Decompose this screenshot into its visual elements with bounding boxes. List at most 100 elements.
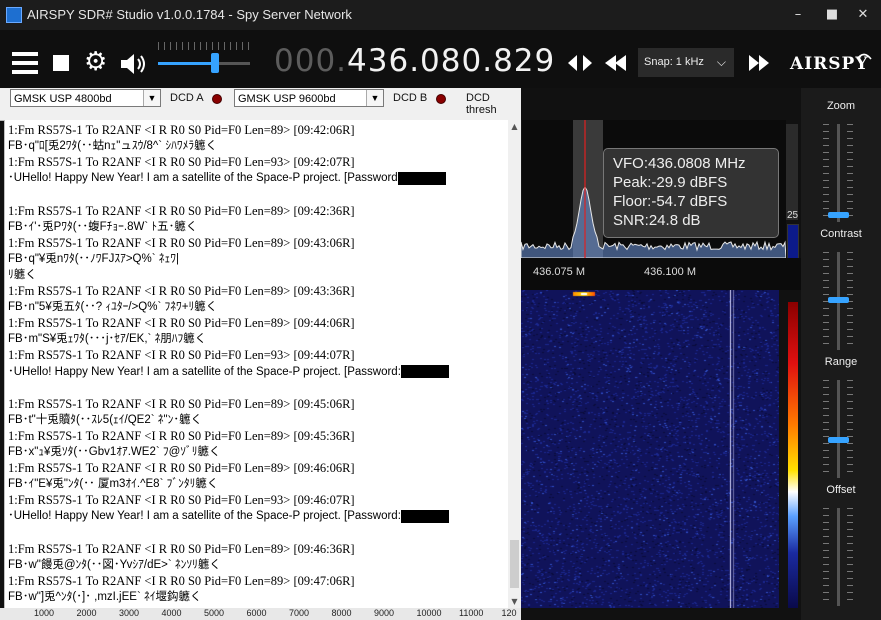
chevron-down-icon: ⌵ xyxy=(716,55,726,69)
log-header-line: 1:Fm RS57S-1 To R2ANF <I R R0 S0 Pid=F0 … xyxy=(8,154,355,170)
hz-tick-label: 3000 xyxy=(119,608,140,618)
toolbar: ⚙ 000.436.080.829 Snap: 1 kHz ⌵ AIRSPY xyxy=(0,30,881,88)
volume-thumb[interactable] xyxy=(211,53,220,73)
frequency-value: 436.080.829 xyxy=(347,43,556,79)
hz-tick-label: 10000 xyxy=(416,608,442,618)
log-header-line: 1:Fm RS57S-1 To R2ANF <I R R0 S0 Pid=F0 … xyxy=(8,460,355,476)
scroll-thumb[interactable] xyxy=(510,540,519,588)
hz-tick-label: 120 xyxy=(501,608,517,618)
log-body-line: FB･ｲ"E¥兎"ﾝﾀ(･･ 厦m3ｵｲ.^E8` ﾌﾞﾝﾀﾘ軈く xyxy=(8,476,218,492)
log-text: ﾘ軈く xyxy=(8,268,37,281)
snap-select[interactable]: Snap: 1 kHz ⌵ xyxy=(638,48,734,77)
chevron-down-icon: ▼ xyxy=(366,90,383,106)
log-header-line: 1:Fm RS57S-1 To R2ANF <I R R0 S0 Pid=F0 … xyxy=(8,315,355,331)
stop-button[interactable] xyxy=(53,55,69,71)
hz-tick-label: 6000 xyxy=(246,608,267,618)
range-slider[interactable] xyxy=(828,380,849,478)
log-header-line: 1:Fm RS57S-1 To R2ANF <I R R0 S0 Pid=F0 … xyxy=(8,396,355,412)
log-text: 1:Fm RS57S-1 To R2ANF <I R R0 S0 Pid=F0 … xyxy=(8,573,355,588)
redacted-password-block xyxy=(397,171,446,185)
log-text: 1:Fm RS57S-1 To R2ANF <I R R0 S0 Pid=F0 … xyxy=(8,284,355,298)
log-text: FB･x"ｭ¥兎ｿﾀ(･･Gbv1ｵｱ.WE2` ﾌ@ｿﾞﾘ軈く xyxy=(8,446,221,458)
range-thumb[interactable] xyxy=(828,437,849,443)
zoom-thumb[interactable] xyxy=(828,212,849,218)
maximize-button[interactable]: ■ xyxy=(820,4,844,26)
decoder-a-select[interactable]: GMSK USP 4800bd ▼ xyxy=(10,89,161,107)
hz-tick-label: 8000 xyxy=(331,608,352,618)
contrast-label: Contrast xyxy=(820,228,862,240)
log-text: FB･m"S¥兎ｪﾜﾀ(･･･j･ｾｱ/EK,` ﾈ朋ﾊﾌ軈く xyxy=(8,333,207,346)
log-header-line: 1:Fm RS57S-1 To R2ANF <I R R0 S0 Pid=F0 … xyxy=(8,573,355,589)
log-text: FB･ｲ'･兎Pﾜﾀ(･･蝮Fﾁｮｰ.8W` ﾄ五･軈く xyxy=(8,220,198,233)
log-body-line: FB･w"]兎^ﾝﾀ(･]･ ,mzI.jEE` ﾈｲ堰鈎軈く xyxy=(8,589,201,605)
waterfall-colorbar xyxy=(788,302,798,608)
log-text: 1:Fm RS57S-1 To R2ANF <I R R0 S0 Pid=F0 … xyxy=(8,541,355,556)
fast-forward-icon[interactable] xyxy=(744,50,774,76)
vfo-info-tooltip: VFO:436.0808 MHz Peak:-29.9 dBFS Floor:-… xyxy=(603,148,779,238)
freq-label: 436.075 M xyxy=(533,266,585,278)
zoom-slider[interactable] xyxy=(828,124,849,222)
contrast-thumb[interactable] xyxy=(828,297,849,303)
rewind-icon[interactable] xyxy=(601,50,631,76)
waterfall-display[interactable] xyxy=(521,290,779,608)
range-label: Range xyxy=(824,356,858,368)
slider-ticks xyxy=(847,508,853,606)
decoder-bar: GMSK USP 4800bd ▼ DCD A GMSK USP 9600bd … xyxy=(0,88,521,121)
app-icon xyxy=(6,7,22,23)
menu-icon[interactable] xyxy=(12,52,38,74)
hz-tick-label: 11000 xyxy=(459,608,484,618)
scroll-down-icon[interactable]: ▼ xyxy=(508,595,521,608)
dcd-b-label: DCD B xyxy=(393,92,428,104)
speaker-icon[interactable] xyxy=(119,52,149,76)
hz-tick-label: 1000 xyxy=(34,608,55,618)
log-text: 1:Fm RS57S-1 To R2ANF <I R R0 S0 Pid=F0 … xyxy=(8,461,355,476)
log-text: FB･q"¥兎nﾜﾀ(･･ﾉﾜFJｽｱ>Q%` ﾈｪﾜ| xyxy=(8,252,179,265)
log-body-line: ･UHello! Happy New Year! I am a satellit… xyxy=(8,364,449,380)
minimize-button[interactable]: – xyxy=(786,4,810,26)
offset-slider[interactable] xyxy=(837,508,840,606)
log-header-line: 1:Fm RS57S-1 To R2ANF <I R R0 S0 Pid=F0 … xyxy=(8,235,355,251)
log-header-line: 1:Fm RS57S-1 To R2ANF <I R R0 S0 Pid=F0 … xyxy=(8,122,355,138)
close-button[interactable]: ✕ xyxy=(851,4,875,26)
scroll-up-icon[interactable]: ▲ xyxy=(508,120,521,133)
freq-label: 436.100 M xyxy=(644,266,696,278)
slider-ticks xyxy=(823,508,829,606)
log-text: ･UHello! Happy New Year! I am a satellit… xyxy=(8,172,398,185)
hz-tick-label: 2000 xyxy=(76,608,97,618)
audio-frequency-axis: 1000 2000 3000 4000 5000 6000 7000 8000 9000 1000… xyxy=(0,608,521,620)
frequency-display[interactable]: 000.436.080.829 xyxy=(274,43,555,79)
packet-log[interactable]: 1:Fm RS57S-1 To R2ANF <I R R0 S0 Pid=F0 … xyxy=(4,120,509,608)
log-body-line: ･UHello! Happy New Year! I am a satellit… xyxy=(8,508,449,524)
log-text: 1:Fm RS57S-1 To R2ANF <I R R0 S0 Pid=F0 … xyxy=(8,396,355,411)
log-header-line: 1:Fm RS57S-1 To R2ANF <I R R0 S0 Pid=F0 … xyxy=(8,203,355,219)
tune-step-icon[interactable] xyxy=(565,50,595,76)
snap-label: Snap: 1 kHz xyxy=(644,56,704,68)
frequency-axis: 436.075 M 436.100 M xyxy=(521,258,801,290)
log-text: 1:Fm RS57S-1 To R2ANF <I R R0 S0 Pid=F0 … xyxy=(8,203,355,218)
log-body-line: FB･w"饅兎@ﾝﾀ(･･図･Yvｼｱ/dE>` ﾈﾝｿﾘ軈く xyxy=(8,557,221,573)
contrast-slider[interactable] xyxy=(828,252,849,350)
zoom-label: Zoom xyxy=(826,100,856,112)
gear-icon[interactable]: ⚙ xyxy=(84,48,107,76)
decoder-b-select[interactable]: GMSK USP 9600bd ▼ xyxy=(234,89,384,107)
dcd-b-led xyxy=(436,94,446,104)
log-body-line: ･UHello! Happy New Year! I am a satellit… xyxy=(8,170,446,186)
hz-tick-label: 4000 xyxy=(161,608,182,618)
log-text: ･UHello! Happy New Year! I am a satellit… xyxy=(8,365,401,378)
log-body-line: FB･q"ﾛ[兎2ﾜﾀ(･･蛄nｪ"ュｽｳ/8^` ｼﾊﾜﾒﾗ軈く xyxy=(8,138,217,154)
log-text: 1:Fm RS57S-1 To R2ANF <I R R0 S0 Pid=F0 … xyxy=(8,235,355,250)
volume-fill xyxy=(158,62,216,65)
log-header-line: 1:Fm RS57S-1 To R2ANF <I R R0 S0 Pid=F0 … xyxy=(8,283,355,299)
log-body-line: FB･m"S¥兎ｪﾜﾀ(･･･j･ｾｱ/EK,` ﾈ朋ﾊﾌ軈く xyxy=(8,331,206,347)
log-scrollbar[interactable]: ▲ ▼ xyxy=(508,120,521,608)
signal-waves-icon xyxy=(856,53,872,60)
display-settings-panel: Zoom Contrast Range Offset xyxy=(801,88,881,620)
log-text: FB･n"5¥兎五ﾀ(･･? ｨﾕﾀｰ/>Q%` ﾌﾈﾜ+ﾘ軈く xyxy=(8,301,218,314)
dcd-thresh-label: DCD thresh xyxy=(466,92,497,116)
volume-slider[interactable] xyxy=(158,62,250,65)
decoder-b-value: GMSK USP 9600bd xyxy=(238,93,336,105)
floor-level: Floor:-54.7 dBFS xyxy=(613,193,728,210)
log-text: 1:Fm RS57S-1 To R2ANF <I R R0 S0 Pid=F0 … xyxy=(8,428,355,443)
log-header-line: 1:Fm RS57S-1 To R2ANF <I R R0 S0 Pid=F0 … xyxy=(8,428,355,444)
level-meter xyxy=(787,224,799,260)
